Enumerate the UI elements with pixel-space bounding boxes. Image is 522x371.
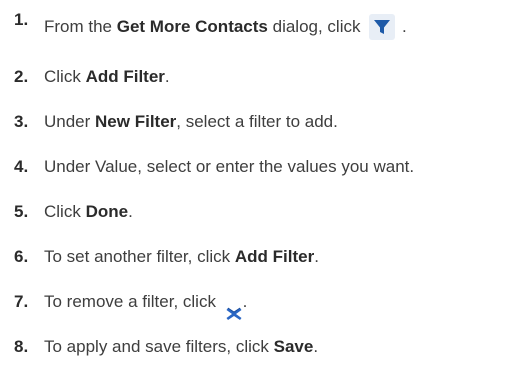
step-6: 6. To set another filter, click Add Filt… bbox=[14, 234, 519, 279]
step-3: 3. Under New Filter, select a filter to … bbox=[14, 99, 519, 144]
step-text: To remove a filter, click . bbox=[44, 279, 247, 324]
section-name: New Filter bbox=[95, 112, 177, 131]
step-5: 5. Click Done. bbox=[14, 189, 519, 234]
step-number: 7. bbox=[14, 292, 29, 311]
step-number: 8. bbox=[14, 337, 29, 356]
instruction-steps: 1. From the Get More Contacts dialog, cl… bbox=[14, 4, 519, 369]
button-name: Done bbox=[85, 202, 129, 221]
step-text: Click Add Filter. bbox=[44, 67, 170, 86]
button-name: Add Filter bbox=[234, 247, 315, 266]
step-text: Click Done. bbox=[44, 202, 133, 221]
step-1: 1. From the Get More Contacts dialog, cl… bbox=[14, 4, 519, 54]
step-number: 5. bbox=[14, 202, 29, 221]
button-name: Save bbox=[273, 337, 314, 356]
step-number: 2. bbox=[14, 67, 29, 86]
step-7: 7. To remove a filter, click . bbox=[14, 279, 519, 324]
step-4: 4. Under Value, select or enter the valu… bbox=[14, 144, 519, 189]
remove-x-icon bbox=[225, 294, 243, 320]
step-number: 4. bbox=[14, 157, 29, 176]
step-text: Under Value, select or enter the values … bbox=[44, 157, 415, 176]
step-number: 3. bbox=[14, 112, 29, 131]
step-text: From the Get More Contacts dialog, click… bbox=[44, 4, 407, 49]
dialog-name: Get More Contacts bbox=[116, 17, 268, 36]
step-number: 1. bbox=[14, 10, 29, 29]
step-text: To set another filter, click Add Filter. bbox=[44, 247, 319, 266]
step-2: 2. Click Add Filter. bbox=[14, 54, 519, 99]
filter-icon bbox=[369, 13, 396, 40]
step-number: 6. bbox=[14, 247, 29, 266]
step-text: To apply and save filters, click Save. bbox=[44, 337, 319, 356]
step-8: 8. To apply and save filters, click Save… bbox=[14, 324, 519, 369]
step-text: Under New Filter, select a filter to add… bbox=[44, 112, 338, 131]
button-name: Add Filter bbox=[85, 67, 165, 86]
